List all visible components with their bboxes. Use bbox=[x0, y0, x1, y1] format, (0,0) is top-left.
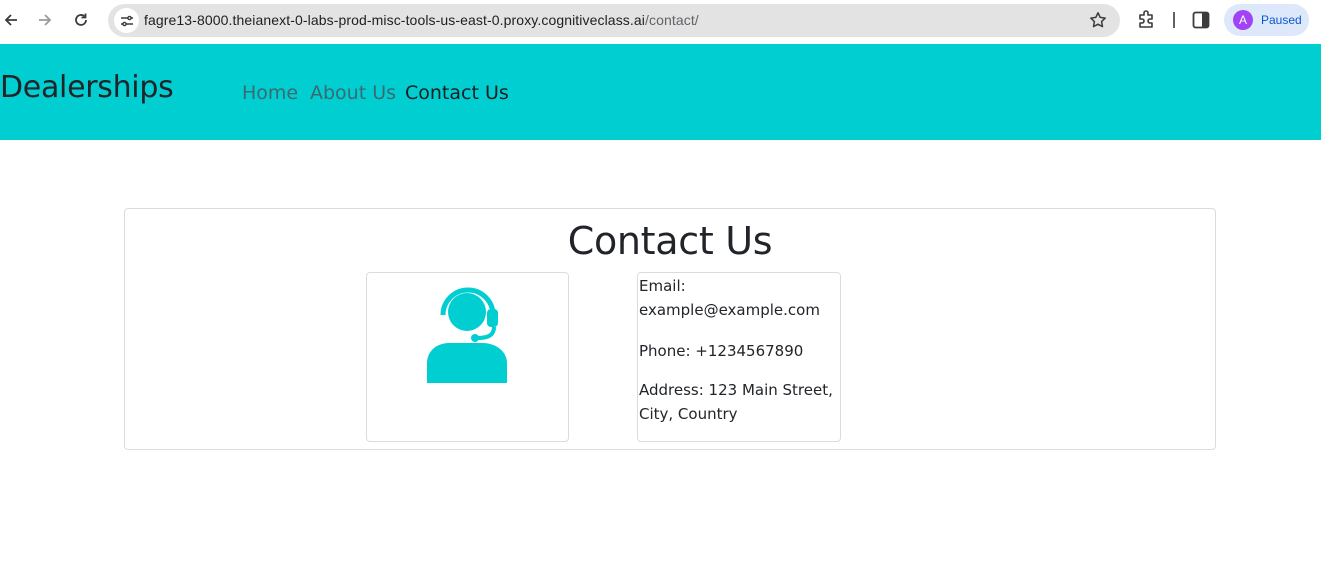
contact-address: Address: 123 Main Street, City, Country bbox=[639, 381, 833, 423]
toolbar-divider bbox=[1173, 12, 1175, 28]
profile-status: Paused bbox=[1261, 13, 1302, 27]
contact-phone: Phone: +1234567890 bbox=[639, 342, 804, 360]
url-path: /contact/ bbox=[644, 12, 699, 28]
back-arrow-icon[interactable] bbox=[0, 9, 22, 31]
profile-button[interactable]: A Paused bbox=[1224, 4, 1309, 36]
page-title: Contact Us bbox=[567, 219, 773, 263]
url-host: fagre13-8000.theianext-0-labs-prod-misc-… bbox=[144, 12, 645, 28]
support-icon-card bbox=[366, 272, 569, 442]
brand-title[interactable]: Dealerships bbox=[0, 70, 174, 105]
nav-link-contact[interactable]: Contact Us bbox=[405, 82, 509, 104]
address-bar[interactable]: fagre13-8000.theianext-0-labs-prod-misc-… bbox=[108, 4, 1120, 37]
site-navbar: Dealerships Home About Us Contact Us bbox=[0, 44, 1321, 140]
contact-email: Email: example@example.com bbox=[639, 277, 820, 319]
browser-toolbar: fagre13-8000.theianext-0-labs-prod-misc-… bbox=[0, 0, 1321, 44]
url-text[interactable]: fagre13-8000.theianext-0-labs-prod-misc-… bbox=[144, 12, 699, 28]
contact-card: Contact Us Email: example@example.com Ph… bbox=[124, 208, 1216, 450]
forward-arrow-icon[interactable] bbox=[34, 9, 56, 31]
contact-info-card: Email: example@example.com Phone: +12345… bbox=[637, 272, 841, 442]
side-panel-icon[interactable] bbox=[1192, 11, 1210, 29]
avatar: A bbox=[1233, 10, 1253, 30]
site-settings-icon[interactable] bbox=[114, 8, 139, 33]
extensions-puzzle-icon[interactable] bbox=[1137, 9, 1157, 29]
bookmark-star-icon[interactable] bbox=[1088, 10, 1108, 30]
customer-support-headset-icon bbox=[427, 287, 507, 383]
nav-link-about[interactable]: About Us bbox=[310, 82, 396, 104]
reload-icon[interactable] bbox=[70, 9, 92, 31]
nav-link-home[interactable]: Home bbox=[242, 82, 298, 104]
